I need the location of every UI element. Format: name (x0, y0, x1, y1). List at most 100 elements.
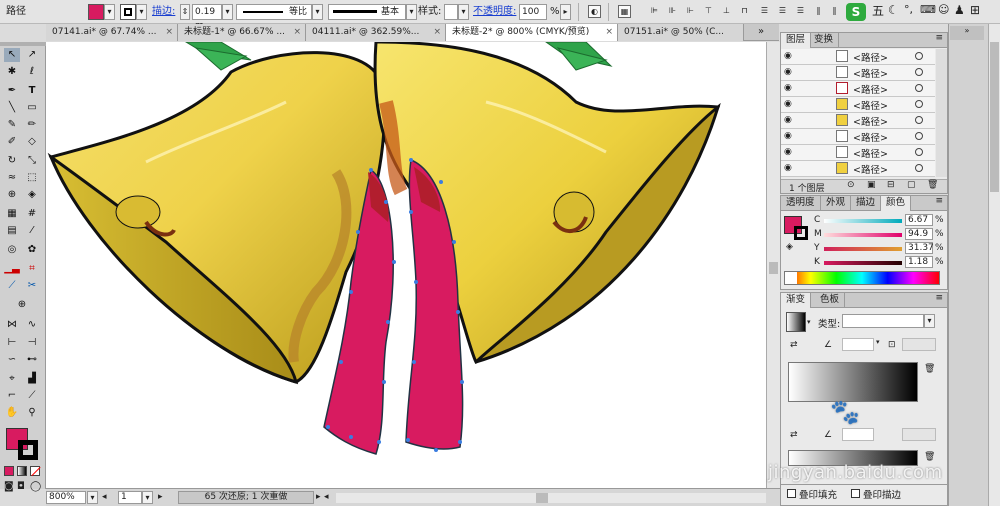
color-spectrum[interactable] (784, 271, 940, 285)
grid-icon[interactable]: ⊞ (970, 3, 980, 17)
angle-dropdown[interactable]: ▾ (876, 338, 880, 346)
line-tool-icon[interactable]: ╲ (4, 101, 20, 115)
clipping-mask-icon[interactable]: ▣ (867, 180, 876, 190)
close-icon[interactable]: × (429, 24, 445, 40)
magenta-value[interactable]: 94.9 (905, 228, 933, 240)
eye-icon[interactable]: ◉ (784, 99, 792, 109)
layer-row[interactable]: ◉ <路径> (781, 81, 935, 97)
pen-tool-icon[interactable]: ✒ (4, 84, 20, 98)
scroll-thumb[interactable] (769, 262, 778, 274)
graph-tool-icon[interactable]: ▟ (24, 372, 40, 386)
layer-row[interactable]: ◉ <路径> (781, 97, 935, 113)
artboard-canvas[interactable] (46, 42, 766, 488)
tabs-overflow-icon[interactable]: » (758, 26, 764, 37)
status-menu-icon[interactable]: ▸ (316, 492, 321, 502)
free-transform-tool-icon[interactable]: ⬚ (24, 171, 40, 185)
gradient-preview-dropdown[interactable]: ▾ (807, 318, 811, 326)
panel-menu-icon[interactable]: ≡ (935, 293, 943, 303)
mesh-tool-icon[interactable]: # (24, 207, 40, 221)
brush-field[interactable]: 基本 (328, 4, 406, 20)
magic-wand-tool-icon[interactable]: ✱ (4, 65, 20, 79)
shirt-icon[interactable]: ♟ (954, 3, 965, 17)
perspective-grid-tool-icon[interactable]: ▦ (4, 207, 20, 221)
eyedropper-tool-icon[interactable]: ⁄ (24, 224, 40, 238)
gradient-mode-icon[interactable] (17, 466, 27, 476)
panel-menu-icon[interactable]: ≡ (935, 33, 943, 43)
scroll-thumb[interactable] (536, 493, 548, 503)
gradient-type-dropdown[interactable]: ▾ (924, 314, 935, 328)
type-tool-icon[interactable]: T (24, 84, 40, 98)
puppet-tool-icon[interactable]: ⊣ (24, 336, 40, 350)
lasso-tool-icon[interactable]: ℓ (24, 65, 40, 79)
tab-document[interactable]: 04111.ai* @ 362.59%... × (306, 24, 446, 41)
vertical-scrollbar[interactable] (766, 42, 780, 488)
knife-tool-icon[interactable]: ⟋ (24, 389, 40, 403)
symbol-sprayer-tool-icon[interactable]: ✿ (24, 243, 40, 257)
locate-object-icon[interactable]: ⊙ (847, 180, 855, 190)
align-left-icon[interactable]: ⊫ (648, 5, 661, 18)
profile-dropdown[interactable]: ▾ (312, 4, 323, 20)
none-swatch[interactable] (785, 272, 797, 284)
cyan-value[interactable]: 6.67 (905, 214, 933, 226)
reflect-tool-icon[interactable]: ⋈ (4, 318, 20, 332)
pencil-tool-icon[interactable]: ✏ (24, 118, 40, 132)
user-icon[interactable]: ☺ (938, 3, 949, 17)
stroke-weight-link[interactable]: 描边: (152, 5, 175, 19)
opacity-icon[interactable]: ∠ (824, 430, 832, 440)
delete-stop-icon[interactable]: 🗑 (924, 364, 935, 374)
layer-row[interactable]: ◉ <路径> (781, 129, 935, 145)
column-graph-tool-icon[interactable]: ▁▃ (4, 262, 20, 276)
scale-tool-icon[interactable]: ⤡ (24, 154, 40, 168)
target-icon[interactable] (915, 84, 923, 92)
tools-grip[interactable] (0, 42, 46, 46)
location-icon[interactable]: ⇄ (790, 430, 798, 440)
layer-row[interactable]: ◉ <路径> (781, 113, 935, 129)
eye-icon[interactable]: ◉ (784, 83, 792, 93)
layers-scrollbar[interactable] (936, 49, 947, 177)
color-cube-icon[interactable]: ◈ (786, 242, 793, 252)
zoom-field[interactable]: 800% (46, 491, 86, 504)
warp-tool-icon[interactable]: ≈ (4, 171, 20, 185)
draw-normal-icon[interactable]: ◙ (4, 481, 14, 492)
color-mode-icon[interactable] (4, 466, 14, 476)
target-icon[interactable] (915, 164, 923, 172)
yellow-value[interactable]: 31.37 (905, 242, 934, 254)
close-icon[interactable]: × (161, 24, 177, 40)
layer-row[interactable]: ◉ <路径> (781, 49, 935, 65)
rotate-tool-icon[interactable]: ↻ (4, 154, 20, 168)
prev-artboard-icon[interactable]: ◂ (102, 492, 107, 502)
scroll-left-icon[interactable]: ◂ (324, 492, 329, 502)
close-icon[interactable]: × (601, 24, 617, 40)
hand-tool-icon[interactable]: ✋ (4, 406, 20, 420)
stroke-weight-field[interactable]: 0.19 m (192, 4, 222, 31)
yellow-slider[interactable] (824, 247, 902, 251)
brush-dropdown[interactable]: ▾ (406, 4, 417, 20)
ime-mode-label[interactable]: 五 (872, 4, 884, 18)
new-sublayer-icon[interactable]: ⊟ (887, 180, 895, 190)
punctuation-icon[interactable]: °, (904, 3, 913, 17)
stroke-weight-dropdown[interactable]: ▾ (222, 4, 233, 20)
next-artboard-icon[interactable]: ▸ (158, 492, 163, 502)
tab-stroke[interactable]: 描边 (851, 196, 882, 211)
artboard-dropdown[interactable]: ▾ (142, 491, 153, 504)
layer-row[interactable]: ◉ <路径> (781, 65, 935, 81)
distribute-left-icon[interactable]: ‖ (812, 5, 825, 18)
target-icon[interactable] (915, 52, 923, 60)
black-value[interactable]: 1.18 (905, 256, 933, 268)
none-mode-icon[interactable] (30, 466, 41, 477)
shape-builder-tool-icon[interactable]: ⊕ (4, 188, 20, 202)
tab-document[interactable]: 07151.ai* @ 50% (C... (618, 24, 744, 41)
gradient-type-select[interactable] (842, 314, 924, 328)
overprint-fill-checkbox[interactable] (787, 489, 796, 498)
artboard-tool-icon[interactable]: ⌗ (24, 262, 40, 276)
gradient-preview[interactable] (786, 312, 806, 332)
distribute-bottom-icon[interactable]: ☰ (794, 5, 807, 18)
style-dropdown[interactable]: ▾ (458, 4, 469, 20)
gradient-slider-bar[interactable] (788, 362, 918, 402)
eye-icon[interactable]: ◉ (784, 147, 792, 157)
align-top-icon[interactable]: ⊤ (702, 5, 715, 18)
color-stroke-swatch[interactable] (794, 226, 808, 240)
selection-tool-icon[interactable]: ↖ (4, 48, 20, 62)
zoom-tool-icon[interactable]: ⚲ (24, 406, 40, 420)
new-layer-icon[interactable]: ▢ (907, 180, 916, 190)
